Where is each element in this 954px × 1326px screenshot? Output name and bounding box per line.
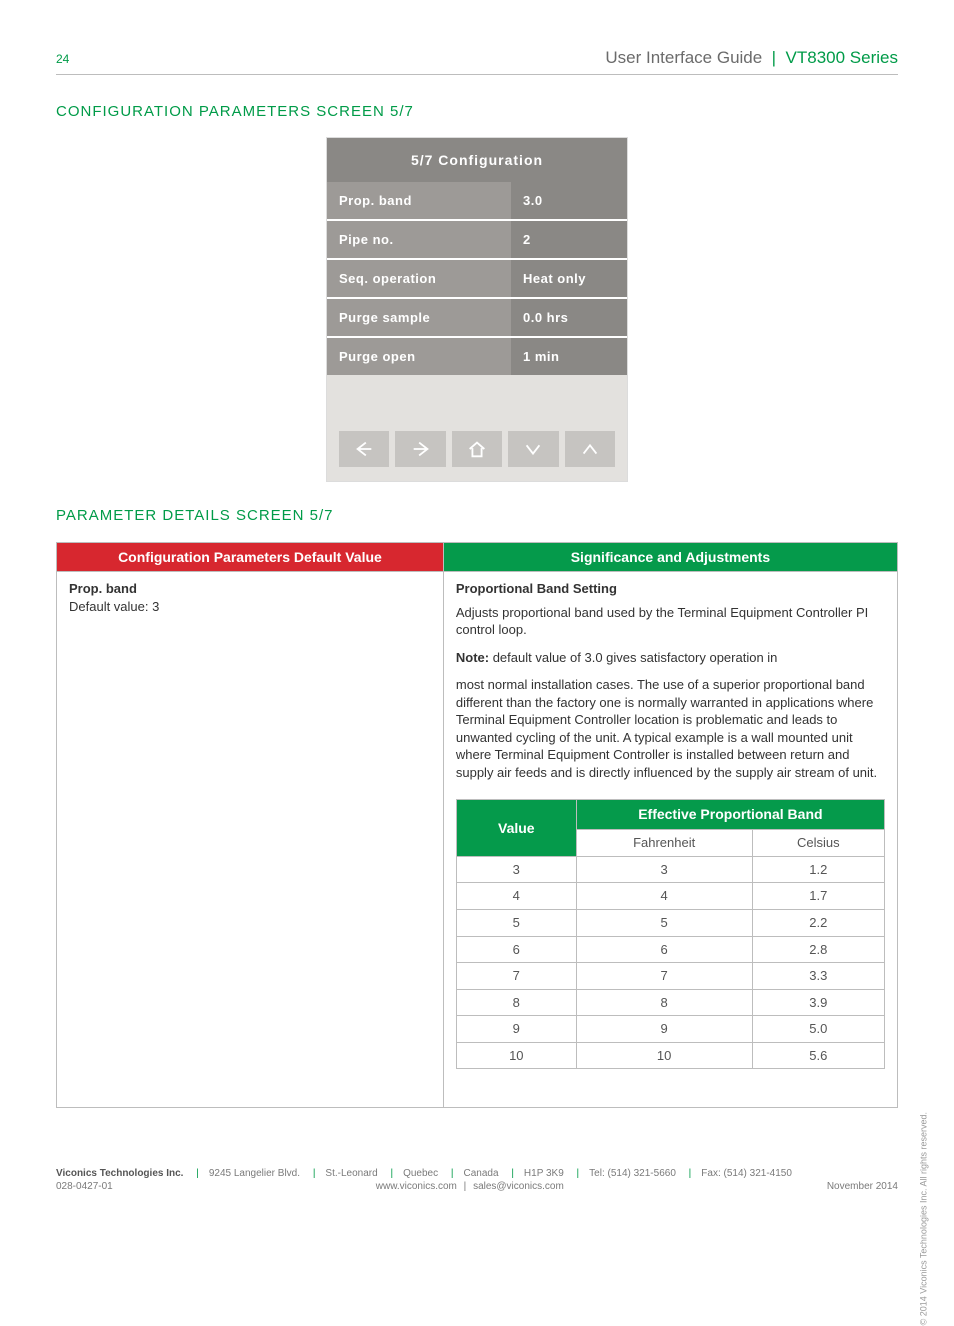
device-row: Prop. band 3.0 (327, 182, 627, 219)
down-arrow-icon[interactable] (508, 431, 558, 467)
effective-band-table: Value Effective Proportional Band Fahren… (456, 799, 885, 1069)
param-cell-right: Proportional Band Setting Adjusts propor… (443, 572, 897, 1108)
table-header-left: Configuration Parameters Default Value (57, 543, 444, 572)
table-header-right: Significance and Adjustments (443, 543, 897, 572)
section-heading-config: CONFIGURATION PARAMETERS SCREEN 5/7 (56, 103, 898, 120)
device-row: Purge sample 0.0 hrs (327, 297, 627, 336)
section-heading-details: PARAMETER DETAILS SCREEN 5/7 (56, 507, 898, 524)
device-row: Pipe no. 2 (327, 219, 627, 258)
up-arrow-icon[interactable] (565, 431, 615, 467)
forward-arrow-icon[interactable] (395, 431, 445, 467)
page-header: 24 User Interface Guide | VT8300 Series (56, 48, 898, 75)
home-icon[interactable] (452, 431, 502, 467)
device-row: Seq. operation Heat only (327, 258, 627, 297)
back-arrow-icon[interactable] (339, 431, 389, 467)
page-number: 24 (56, 52, 69, 66)
param-cell-left: Prop. band Default value: 3 (57, 572, 444, 1108)
device-screen: 5/7 Configuration Prop. band 3.0 Pipe no… (327, 138, 627, 481)
device-row: Purge open 1 min (327, 336, 627, 375)
parameter-details-table: Configuration Parameters Default Value S… (56, 542, 898, 1108)
device-title: 5/7 Configuration (327, 138, 627, 182)
copyright-text: © 2014 Viconics Technologies Inc. All ri… (918, 1112, 928, 1325)
document-title: User Interface Guide | VT8300 Series (605, 48, 898, 68)
page-footer: Viconics Technologies Inc. |9245 Langeli… (56, 1168, 898, 1192)
